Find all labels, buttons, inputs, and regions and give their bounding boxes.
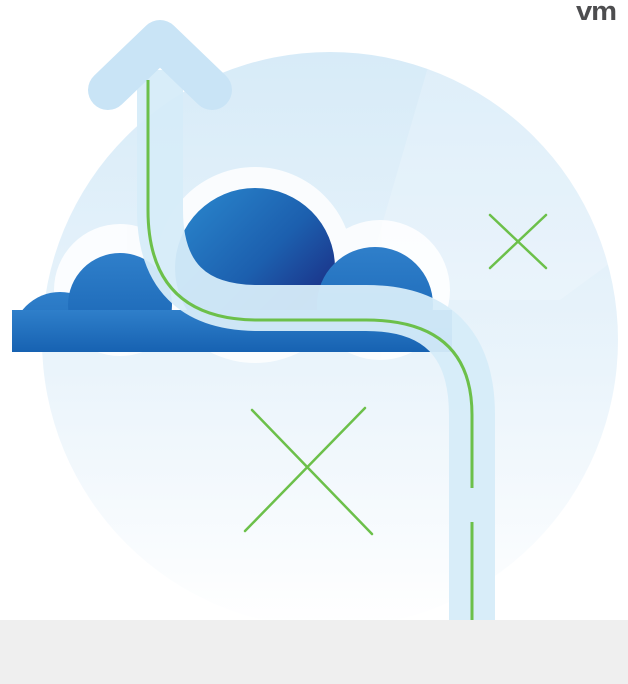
illustration <box>12 20 628 628</box>
footer-band <box>0 620 628 684</box>
brand-logo: vm <box>576 0 617 22</box>
